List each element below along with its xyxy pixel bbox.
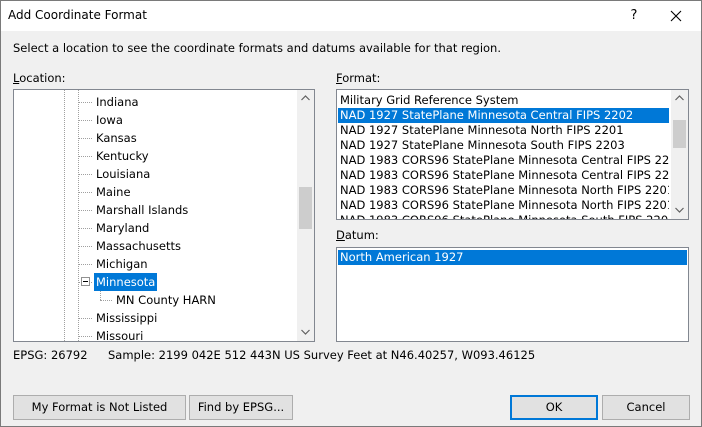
tree-connector [78,156,92,157]
format-item[interactable]: Military Grid Reference System [338,93,669,108]
tree-item[interactable]: Minnesota [94,273,158,291]
tree-connector [78,102,92,103]
tree-guide-line [64,90,65,341]
scroll-thumb[interactable] [299,187,312,229]
tree-connector [78,336,92,337]
format-item[interactable]: NAD 1927 StatePlane Minnesota North FIPS… [338,123,669,138]
datum-item[interactable]: North American 1927 [338,250,687,265]
scroll-thumb[interactable] [673,120,686,148]
chevron-down-icon [301,329,310,335]
format-list[interactable]: Military Grid Reference System NAD 1927 S… [336,89,689,220]
chevron-up-icon [301,95,310,101]
ok-button[interactable]: OK [510,395,598,420]
format-item[interactable]: NAD 1983 CORS96 StatePlane Minnesota Nor… [338,183,669,198]
datum-label: Datum: [336,228,379,242]
format-label: Format: [336,71,381,85]
format-item[interactable]: NAD 1983 CORS96 StatePlane Minnesota Cen… [338,168,669,183]
close-icon [670,10,682,22]
tree-item[interactable]: Maine [94,183,133,201]
tree-item[interactable]: Missouri [94,327,145,341]
instructions-text: Select a location to see the coordinate … [13,41,502,55]
tree-item[interactable]: MN County HARN [114,291,218,309]
scroll-down-button[interactable] [671,202,688,219]
tree-item[interactable]: Iowa [94,111,125,129]
tree-item[interactable]: Louisiana [94,165,152,183]
location-tree[interactable]: Indiana Iowa Kansas Kentucky Louisiana Maine M… [13,89,315,342]
chevron-up-icon [675,95,684,101]
tree-item[interactable]: Indiana [94,93,141,111]
close-button[interactable] [656,4,696,28]
tree-connector [78,264,92,265]
tree-item[interactable]: Marshall Islands [94,201,190,219]
help-button[interactable]: ? [619,4,649,28]
format-item[interactable]: NAD 1983 CORS96 StatePlane Minnesota Nor… [338,198,669,213]
tree-connector [78,120,92,121]
tree-guide-line [78,90,79,341]
location-label: Location: [13,71,66,85]
tree-connector [78,192,92,193]
tree-connector [100,300,112,301]
format-item[interactable]: NAD 1983 CORS96 StatePlane Minnesota Sou… [338,213,669,219]
chevron-down-icon [675,207,684,213]
title-bar: Add Coordinate Format ? [1,1,701,31]
tree-connector [78,246,92,247]
location-tree-scrollbar[interactable] [297,90,314,341]
sample-coordinate: Sample: 2199 042E 512 443N US Survey Fee… [108,348,536,362]
tree-connector [78,318,92,319]
tree-connector [78,138,92,139]
add-coordinate-format-dialog: Add Coordinate Format ? Select a locatio… [0,0,702,427]
collapse-icon[interactable] [81,277,90,286]
tree-connector [78,228,92,229]
dialog-title: Add Coordinate Format [8,8,147,22]
cancel-button[interactable]: Cancel [602,395,690,420]
scroll-up-button[interactable] [297,90,314,107]
tree-item[interactable]: Maryland [94,219,151,237]
find-by-epsg-button[interactable]: Find by EPSG... [189,395,293,420]
tree-item[interactable]: Kansas [94,129,139,147]
format-item[interactable]: NAD 1927 StatePlane Minnesota South FIPS… [338,138,669,153]
tree-guide-line [100,291,101,300]
datum-list[interactable]: North American 1927 [336,247,689,342]
tree-connector [78,210,92,211]
format-item[interactable]: NAD 1927 StatePlane Minnesota Central FI… [338,108,669,123]
epsg-code: EPSG: 26792 [13,348,88,362]
tree-item[interactable]: Kentucky [94,147,151,165]
format-list-scrollbar[interactable] [671,90,688,219]
tree-item[interactable]: Massachusetts [94,237,183,255]
format-item[interactable]: NAD 1983 CORS96 StatePlane Minnesota Cen… [338,153,669,168]
tree-item[interactable]: Mississippi [94,309,159,327]
tree-item[interactable]: Michigan [94,255,150,273]
scroll-up-button[interactable] [671,90,688,107]
tree-connector [78,174,92,175]
my-format-not-listed-button[interactable]: My Format is Not Listed [13,395,186,420]
scroll-down-button[interactable] [297,324,314,341]
